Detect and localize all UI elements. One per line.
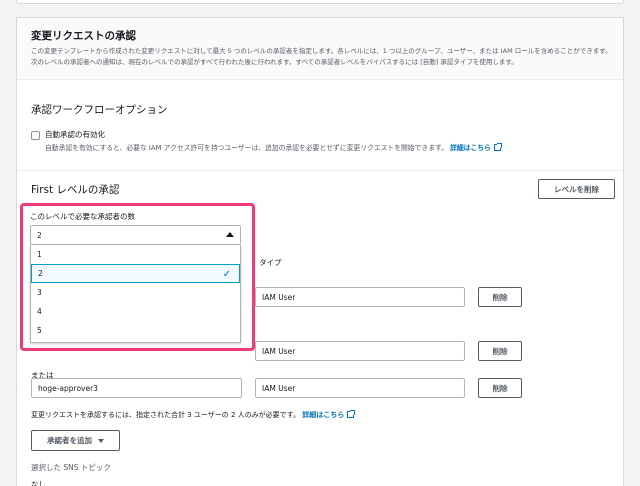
type-column-header: タイプ — [259, 258, 282, 267]
approver-type-field-2[interactable]: IAM User — [255, 341, 465, 361]
details-link[interactable]: 詳細はこちら — [450, 143, 502, 152]
caret-down-icon — [98, 438, 104, 443]
approver-name-field-3[interactable]: hoge-approver3 — [31, 378, 242, 398]
approver-type-field-1[interactable]: IAM User — [255, 287, 465, 307]
approval-summary-text: 変更リクエストを承認するには、指定された合計 3 ユーザーの 2 人のみが必要で… — [31, 411, 300, 419]
add-approver-label: 承認者を追加 — [47, 436, 92, 445]
auto-approve-label: 自動承認の有効化 — [45, 130, 105, 139]
workflow-options-heading: 承認ワークフローオプション — [31, 104, 168, 116]
divider — [17, 170, 623, 171]
delete-level-button[interactable]: レベルを削除 — [538, 179, 615, 199]
previous-panel-edge — [16, 0, 624, 4]
external-link-icon — [493, 143, 502, 151]
summary-details-link-text[interactable]: 詳細はこちら — [302, 411, 344, 419]
approval-summary: 変更リクエストを承認するには、指定された合計 3 ユーザーの 2 人のみが必要で… — [31, 410, 356, 420]
approver-type-field-3[interactable]: IAM User — [255, 378, 465, 398]
level-heading: First レベルの承認 — [31, 184, 120, 196]
sns-topic-label: 選択した SNS トピック — [31, 463, 111, 472]
summary-details-link[interactable]: 詳細はこちら — [302, 410, 356, 419]
sns-topic-value: なし — [31, 480, 46, 486]
auto-approve-help-text: 自動承認を有効にすると、必要な IAM アクセス許可を持つユーザーは、追加の承認… — [45, 144, 448, 152]
auto-approve-checkbox[interactable] — [31, 131, 40, 140]
delete-approver-button-3[interactable]: 削除 — [478, 378, 522, 398]
auto-approve-help: 自動承認を有効にすると、必要な IAM アクセス許可を持つユーザーは、追加の承認… — [45, 142, 502, 152]
details-link-text[interactable]: 詳細はこちら — [450, 144, 491, 152]
panel-description: この変更テンプレートから作成された変更リクエストに対して最大 5 つのレベルの承… — [31, 47, 612, 66]
delete-approver-button-2[interactable]: 削除 — [478, 341, 522, 361]
delete-approver-button-1[interactable]: 削除 — [478, 287, 522, 307]
panel-title: 変更リクエストの承認 — [31, 30, 136, 42]
panel-header: 変更リクエストの承認 この変更テンプレートから作成された変更リクエストに対して最… — [17, 18, 623, 80]
highlight-annotation-box — [20, 203, 255, 351]
external-link-icon — [347, 410, 356, 418]
add-approver-button[interactable]: 承認者を追加 — [31, 430, 120, 451]
